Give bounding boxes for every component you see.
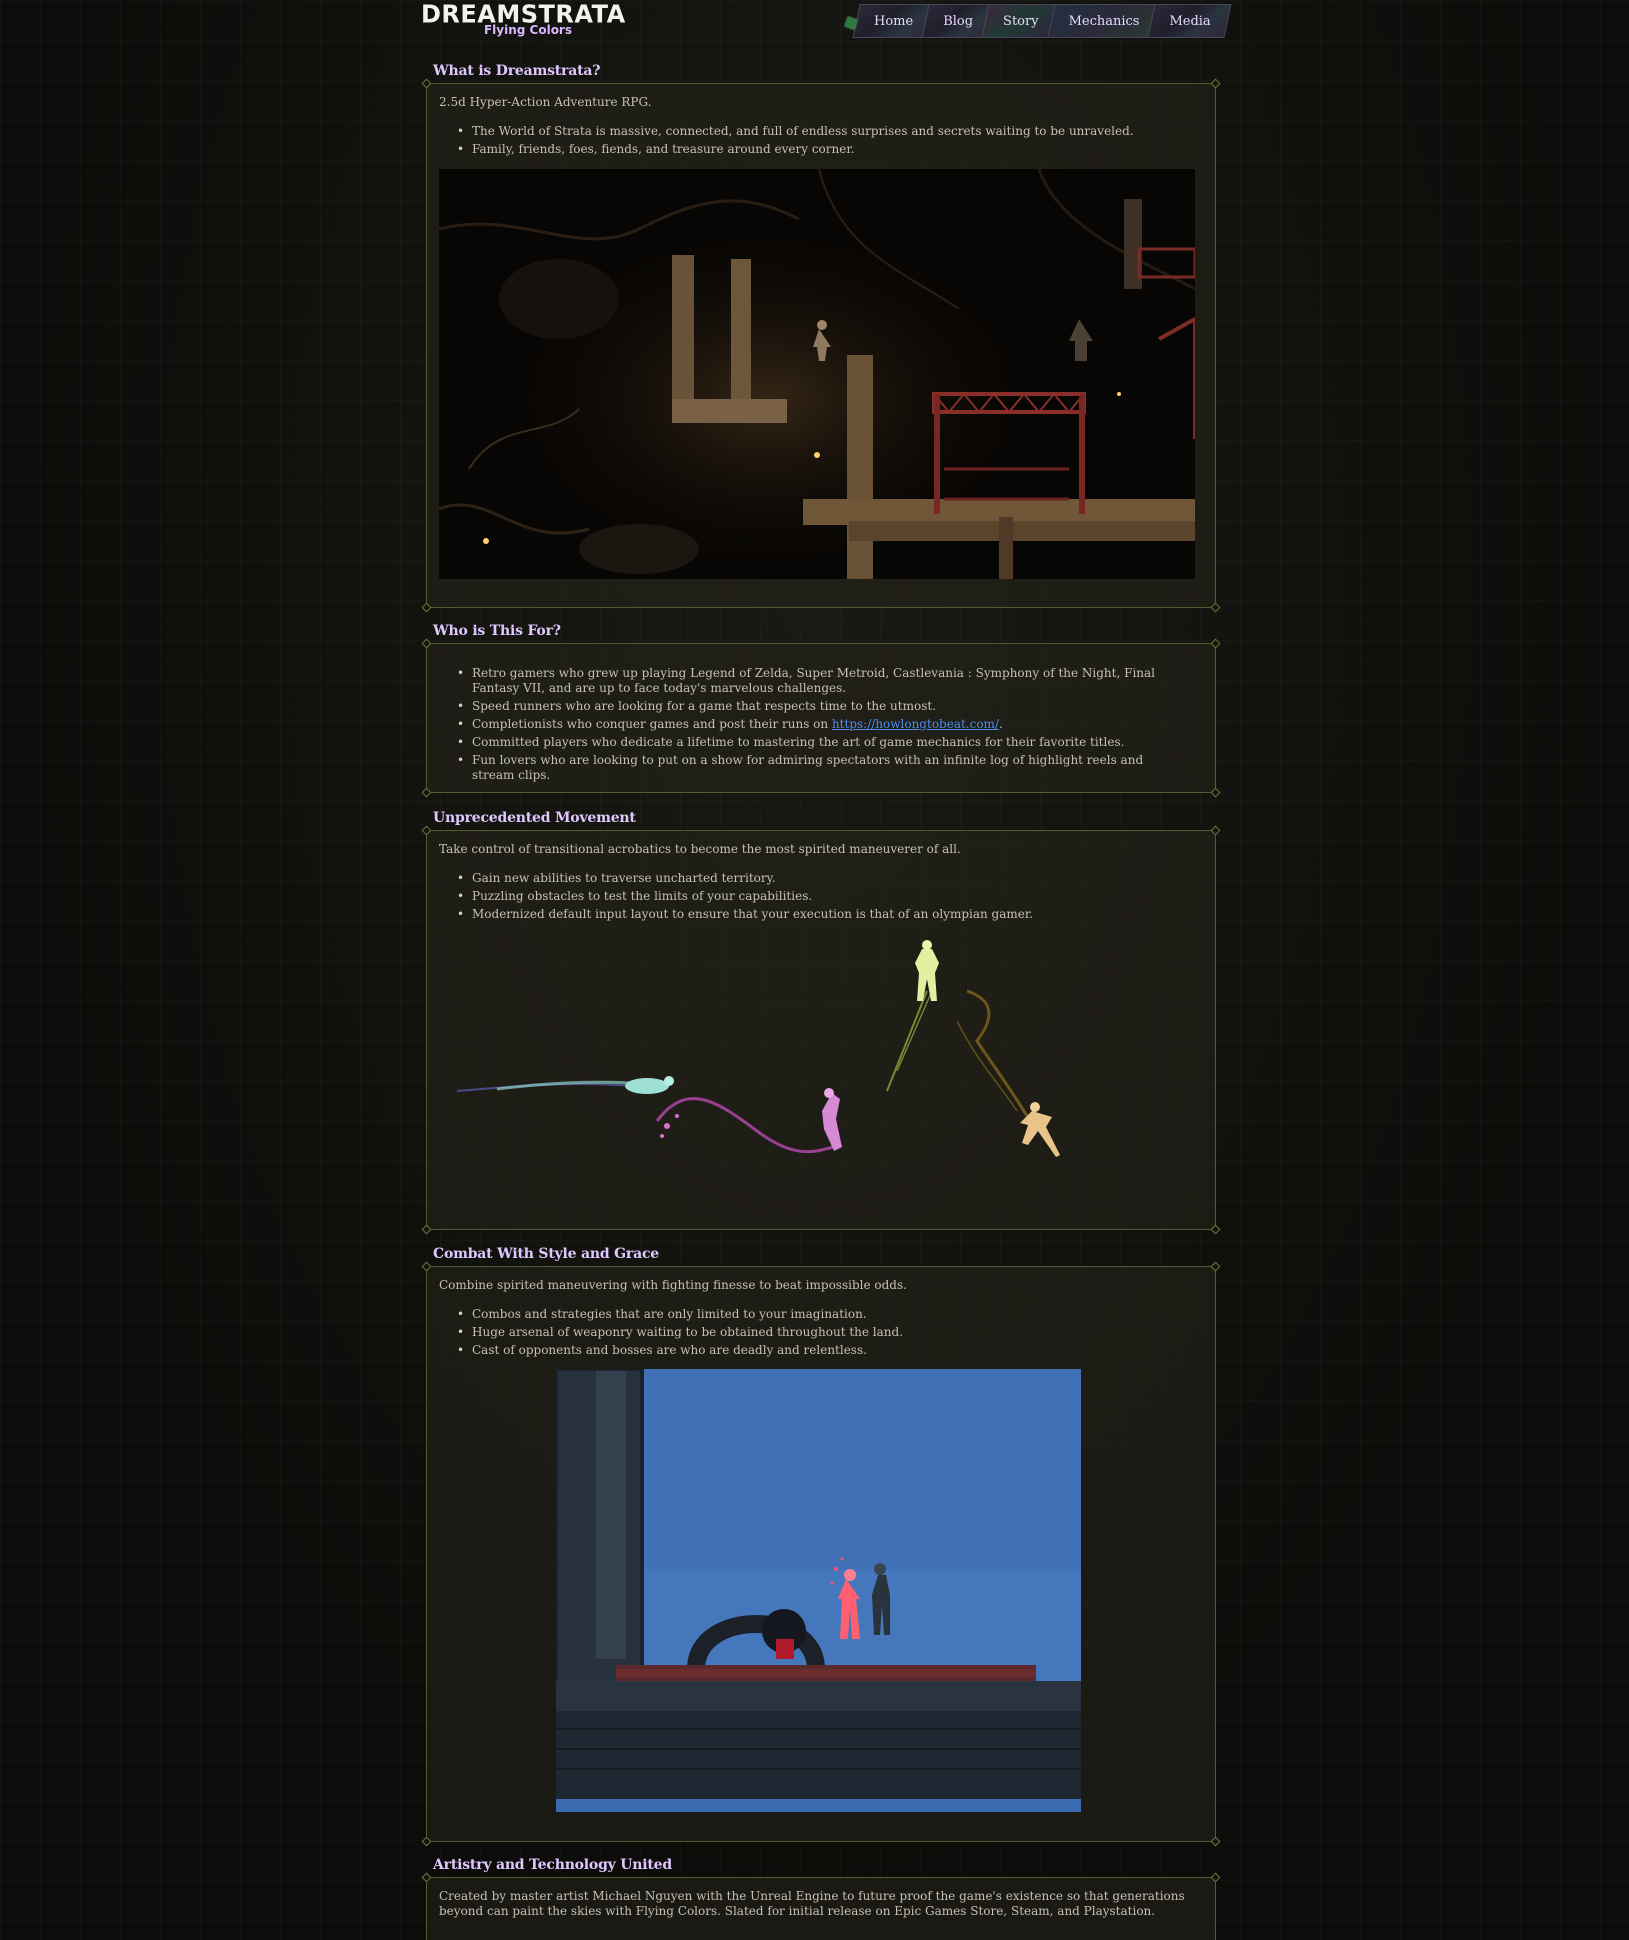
corner-ornament: [1210, 1261, 1221, 1272]
section-movement: Unprecedented Movement Take control of t…: [421, 810, 1221, 1235]
list-item-text: Completionists who conquer games and pos…: [472, 717, 829, 731]
corner-ornament: [1210, 1224, 1221, 1235]
nav-blog-label: Blog: [943, 13, 974, 29]
list-item: Retro gamers who grew up playing Legend …: [457, 666, 1187, 696]
main-nav: Home Blog Story Mechanics Media: [844, 3, 1229, 39]
nav-media-label: Media: [1169, 13, 1211, 29]
section-what-is: What is Dreamstrata? 2.5d Hyper-Action A…: [421, 63, 1221, 613]
section-combat: Combat With Style and Grace Combine spir…: [421, 1246, 1221, 1847]
list-item: The World of Strata is massive, connecte…: [457, 122, 1134, 140]
corner-ornament: [1210, 787, 1221, 798]
corner-ornament: [421, 78, 432, 89]
section-title: Who is This For?: [433, 623, 561, 639]
section-lead: Combine spirited maneuvering with fighti…: [439, 1278, 907, 1292]
section-lead: 2.5d Hyper-Action Adventure RPG.: [439, 95, 652, 109]
list-item: Gain new abilities to traverse uncharted…: [457, 869, 1033, 887]
section-panel: Take control of transitional acrobatics …: [421, 825, 1221, 1235]
logo-subtitle: Flying Colors: [483, 23, 572, 37]
movement-scene: [456, 940, 1060, 1157]
corner-ornament: [1210, 825, 1221, 836]
nav-story-label: Story: [1003, 13, 1039, 29]
list-item: Completionists who conquer games and pos…: [457, 717, 1187, 732]
nav-mechanics-label: Mechanics: [1068, 13, 1140, 29]
section-artistry: Artistry and Technology United Created b…: [421, 1857, 1221, 1940]
section-title: Combat With Style and Grace: [433, 1246, 659, 1262]
corner-ornament: [421, 638, 432, 649]
corner-ornament: [1210, 638, 1221, 649]
section-panel: 2.5d Hyper-Action Adventure RPG. The Wor…: [421, 78, 1221, 613]
corner-ornament: [421, 787, 432, 798]
nav-blog[interactable]: Blog: [925, 4, 991, 38]
cave-screenshot: [439, 169, 1195, 579]
corner-ornament: [1210, 602, 1221, 613]
list-item: Huge arsenal of weaponry waiting to be o…: [457, 1323, 903, 1341]
list-item: Modernized default input layout to ensur…: [457, 905, 1033, 923]
nav-story[interactable]: Story: [985, 4, 1057, 38]
corner-ornament: [421, 1872, 432, 1883]
cave-scene: [439, 169, 1195, 579]
list-item: Puzzling obstacles to test the limits of…: [457, 887, 1033, 905]
bullet-list: Gain new abilities to traverse uncharted…: [457, 869, 1033, 923]
list-item: Fun lovers who are looking to put on a s…: [457, 753, 1187, 783]
link-suffix: .: [998, 717, 1003, 731]
section-panel: Combine spirited maneuvering with fighti…: [421, 1261, 1221, 1847]
section-title: Artistry and Technology United: [433, 1857, 672, 1873]
combat-scene: [556, 1369, 1081, 1812]
nav-media[interactable]: Media: [1151, 4, 1228, 38]
howlongtobeat-link[interactable]: https://howlongtobeat.com/: [832, 717, 999, 731]
list-item: Family, friends, foes, fiends, and treas…: [457, 140, 1134, 158]
nav-home[interactable]: Home: [856, 4, 931, 38]
bullet-list: Combos and strategies that are only limi…: [457, 1305, 903, 1359]
corner-ornament: [421, 1836, 432, 1847]
corner-ornament: [1210, 78, 1221, 89]
corner-ornament: [421, 825, 432, 836]
list-item: Speed runners who are looking for a game…: [457, 699, 1187, 714]
bullet-list: Retro gamers who grew up playing Legend …: [457, 666, 1187, 783]
section-panel: Retro gamers who grew up playing Legend …: [421, 638, 1221, 798]
corner-ornament: [421, 1261, 432, 1272]
section-title: Unprecedented Movement: [433, 810, 636, 826]
corner-ornament: [1210, 1872, 1221, 1883]
section-panel: Created by master artist Michael Nguyen …: [421, 1872, 1221, 1940]
corner-ornament: [421, 602, 432, 613]
list-item: Committed players who dedicate a lifetim…: [457, 735, 1187, 750]
corner-ornament: [421, 1224, 432, 1235]
nav-home-label: Home: [874, 13, 914, 29]
section-who: Who is This For? Retro gamers who grew u…: [421, 623, 1221, 798]
combat-screenshot: [556, 1369, 1081, 1812]
movement-animation: [456, 931, 1177, 1201]
section-lead: Created by master artist Michael Nguyen …: [439, 1889, 1185, 1918]
bullet-list: The World of Strata is massive, connecte…: [457, 122, 1134, 158]
list-item: Cast of opponents and bosses are who are…: [457, 1341, 903, 1359]
list-item: Combos and strategies that are only limi…: [457, 1305, 903, 1323]
corner-ornament: [1210, 1836, 1221, 1847]
section-lead: Take control of transitional acrobatics …: [439, 842, 961, 856]
site-logo[interactable]: DREAMSTRATA Flying Colors: [421, 0, 625, 40]
nav-mechanics[interactable]: Mechanics: [1051, 4, 1158, 38]
section-title: What is Dreamstrata?: [433, 63, 601, 79]
